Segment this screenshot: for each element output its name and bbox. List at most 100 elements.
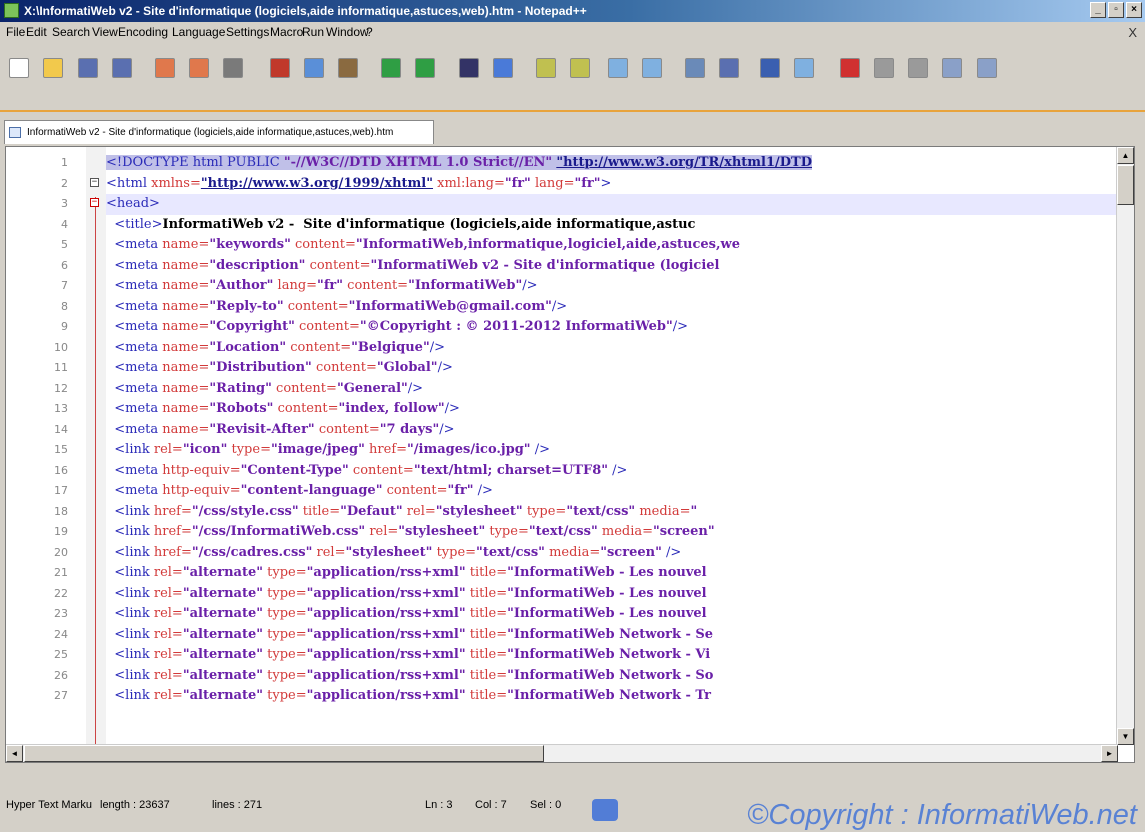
tab-bar: InformatiWeb v2 - Site d'informatique (l… [0,110,1145,148]
code-area[interactable]: 1 <!DOCTYPE html PUBLIC "-//W3C//DTD XHTM… [54,153,1116,707]
code-line[interactable]: 25 <link rel="alternate" type="applicati… [54,645,1116,666]
copy-icon[interactable] [303,58,324,78]
stop-macro-icon[interactable] [874,58,895,78]
code-line[interactable]: 17 <meta http-equiv="content-language" c… [54,481,1116,502]
doc-map-icon[interactable] [793,58,814,78]
print-icon[interactable] [223,58,244,78]
code-text: <meta name="Distribution" content="Globa… [106,360,453,375]
code-line[interactable]: 10 <meta name="Location" content="Belgiq… [54,338,1116,359]
menu-run[interactable]: Run [302,25,324,39]
code-line[interactable]: 2 − <html xmlns="http://www.w3.org/1999/xh… [61,174,1116,195]
line-number: 25 [54,648,68,661]
undo-icon[interactable] [381,58,402,78]
run-macro-multiple-icon[interactable] [942,58,963,78]
horizontal-scroll-thumb[interactable] [24,745,544,762]
code-text: <link href="/css/style.css" title="Defau… [106,503,698,519]
code-line[interactable]: 6 <meta name="description" content="Info… [61,256,1116,277]
zoom-out-icon[interactable] [570,58,591,78]
menu-edit[interactable]: Edit [26,25,47,39]
close-icon[interactable] [155,58,175,78]
fold-margin[interactable] [86,147,106,762]
vertical-scrollbar[interactable]: ▲ ▼ [1116,147,1134,745]
sync-h-icon[interactable] [641,58,662,78]
code-line[interactable]: 19 <link href="/css/InformatiWeb.css" re… [54,522,1116,543]
code-line[interactable]: 1 <!DOCTYPE html PUBLIC "-//W3C//DTD XHTM… [61,153,1116,174]
code-line[interactable]: 22 <link rel="alternate" type="applicati… [54,584,1116,605]
fold-toggle-icon[interactable]: − [90,198,99,207]
maximize-button[interactable]: ▫ [1108,2,1124,18]
menu-window[interactable]: Window [326,25,369,39]
code-line[interactable]: 21 <link rel="alternate" type="applicati… [54,563,1116,584]
indent-guide-icon[interactable] [759,58,780,78]
code-line[interactable]: 18 <link href="/css/style.css" title="De… [54,502,1116,523]
copyright-watermark: ©Copyright : InformatiWeb.net [747,799,1137,831]
editor[interactable]: 1 <!DOCTYPE html PUBLIC "-//W3C//DTD XHTM… [5,146,1135,763]
horizontal-scrollbar[interactable]: ◄ ► [6,744,1118,762]
show-all-chars-icon[interactable] [719,58,740,78]
code-text: <link rel="alternate" type="application/… [106,667,714,683]
code-line[interactable]: 7 <meta name="Author" lang="fr" content=… [61,276,1116,297]
code-line[interactable]: 12 <meta name="Rating" content="General"… [54,379,1116,400]
menu-macro[interactable]: Macro [270,25,303,39]
file-icon [9,127,21,138]
save-all-icon[interactable] [111,58,132,78]
code-line[interactable]: 26 <link rel="alternate" type="applicati… [54,666,1116,687]
save-icon[interactable] [77,58,98,78]
scroll-left-button[interactable]: ◄ [6,745,23,762]
find-icon[interactable] [458,58,479,78]
menu-file[interactable]: File [6,25,25,39]
code-line[interactable]: 13 <meta name="Robots" content="index, f… [54,399,1116,420]
vertical-scroll-thumb[interactable] [1117,165,1134,205]
code-line[interactable]: 24 <link rel="alternate" type="applicati… [54,625,1116,646]
menu-language[interactable]: Language [172,25,225,39]
open-file-icon[interactable] [43,58,64,78]
scroll-right-button[interactable]: ► [1101,745,1118,762]
fold-toggle-icon[interactable]: − [90,177,99,187]
code-line[interactable]: 4 <title>InformatiWeb v2 - Site d'inform… [61,215,1116,236]
code-line[interactable]: 20 <link href="/css/cadres.css" rel="sty… [54,543,1116,564]
scroll-up-button[interactable]: ▲ [1117,147,1134,164]
code-line[interactable]: 5 <meta name="keywords" content="Informa… [61,235,1116,256]
minimize-button[interactable]: _ [1090,2,1106,18]
paste-icon[interactable] [337,58,358,78]
code-line[interactable]: 11 <meta name="Distribution" content="Gl… [54,358,1116,379]
menu-settings[interactable]: Settings [226,25,269,39]
window-controls: _ ▫ × [1090,2,1142,18]
replace-icon[interactable] [492,58,513,78]
word-wrap-icon[interactable] [685,58,706,78]
save-macro-icon[interactable] [976,58,997,78]
code-text: <meta name="Location" content="Belgique"… [106,339,446,355]
code-line[interactable]: 27 <link rel="alternate" type="applicati… [54,686,1116,707]
code-text: <meta name="Author" lang="fr" content="I… [106,278,538,293]
line-number: 20 [54,545,68,559]
fold-line [95,197,96,762]
redo-icon[interactable] [415,58,436,78]
close-window-button[interactable]: × [1126,2,1142,18]
code-line[interactable]: 8 <meta name="Reply-to" content="Informa… [61,297,1116,318]
menu-encoding[interactable]: Encoding [118,25,168,39]
menu-search[interactable]: Search [52,25,90,39]
close-document-button[interactable]: X [1128,25,1137,40]
line-number: 10 [54,340,68,354]
code-line[interactable]: 15 <link rel="icon" type="image/jpeg" hr… [54,440,1116,461]
code-line[interactable]: 3 − <head> [61,194,1116,215]
record-macro-icon[interactable] [840,58,861,78]
code-line[interactable]: 9 <meta name="Copyright" content="©Copyr… [61,317,1116,338]
document-tab[interactable]: InformatiWeb v2 - Site d'informatique (l… [4,120,434,144]
line-number: 17 [54,484,68,497]
cut-icon[interactable] [269,58,290,78]
zoom-in-icon[interactable] [536,58,557,78]
code-text: <link rel="alternate" type="application/… [106,606,707,621]
line-number: 6 [61,258,68,272]
menu-view[interactable]: View [92,25,118,39]
scroll-down-button[interactable]: ▼ [1117,728,1134,745]
code-line[interactable]: 14 <meta name="Revisit-After" content="7… [54,420,1116,441]
menu-help[interactable]: ? [366,25,373,39]
new-file-icon[interactable] [9,58,30,78]
play-macro-icon[interactable] [908,58,929,78]
code-line[interactable]: 23 <link rel="alternate" type="applicati… [54,604,1116,625]
sync-v-icon[interactable] [607,58,628,78]
code-text: <title>InformatiWeb v2 - Site d'informat… [106,216,696,232]
code-line[interactable]: 16 <meta http-equiv="Content-Type" conte… [54,461,1116,482]
close-all-icon[interactable] [189,58,210,78]
